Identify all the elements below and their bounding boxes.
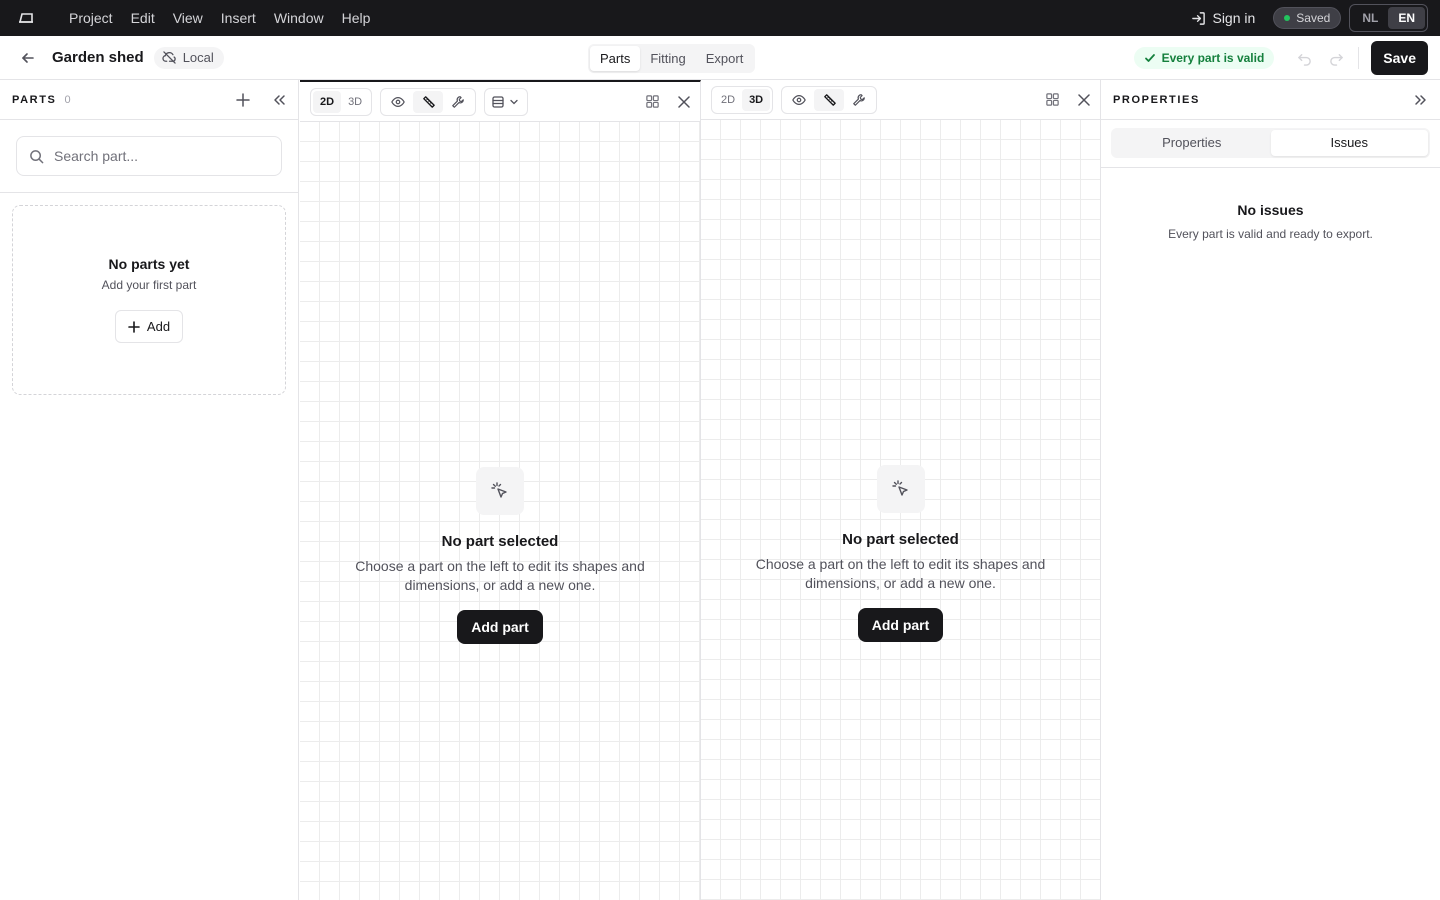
toolbar-actions: Every part is valid Save (1133, 41, 1428, 75)
wrench-icon[interactable] (844, 89, 874, 111)
language-en-button[interactable]: EN (1388, 7, 1425, 29)
viewport-empty-state: No part selected Choose a part on the le… (300, 467, 700, 644)
parts-search (0, 120, 298, 193)
cloud-off-icon (162, 51, 177, 64)
sign-in-button[interactable]: Sign in (1191, 10, 1255, 26)
no-part-description: Choose a part on the left to edit its sh… (355, 558, 645, 593)
view-2d-button[interactable]: 2D (714, 89, 742, 111)
no-issues-title: No issues (1237, 202, 1304, 218)
project-toolbar: Garden shed Local Parts Fitting Export E… (0, 36, 1440, 80)
close-icon[interactable] (1078, 93, 1090, 106)
language-nl-button[interactable]: NL (1352, 7, 1388, 29)
menu-bar: Project Edit View Insert Window Help Sig… (0, 0, 1440, 36)
local-label: Local (182, 50, 214, 65)
shed-logo-icon[interactable] (18, 12, 48, 24)
mode-tabs: Parts Fitting Export (588, 44, 756, 73)
add-part-button[interactable]: Add (114, 310, 184, 343)
eye-icon[interactable] (784, 89, 814, 111)
add-part-plus-icon[interactable] (236, 92, 250, 107)
drawing-canvas[interactable]: No part selected Choose a part on the le… (701, 120, 1100, 900)
search-box[interactable] (16, 136, 282, 176)
menu-edit[interactable]: Edit (122, 0, 164, 36)
menu-insert[interactable]: Insert (212, 0, 265, 36)
parts-count: 0 (64, 93, 71, 106)
viewport-toolbar: 2D 3D (300, 82, 700, 122)
undo-icon[interactable] (1288, 51, 1320, 66)
cursor-click-icon (476, 467, 524, 515)
project-title[interactable]: Garden shed (52, 49, 144, 66)
parts-empty-state: No parts yet Add your first part Add (12, 205, 286, 395)
properties-panel: PROPERTIES Properties Issues No issues E… (1101, 80, 1440, 900)
drawing-canvas[interactable]: No part selected Choose a part on the le… (300, 122, 700, 900)
collapse-left-icon[interactable] (272, 93, 286, 107)
language-switch: NL EN (1349, 4, 1428, 32)
grid-layout-icon[interactable] (645, 94, 660, 109)
saved-status-badge: Saved (1273, 7, 1342, 29)
layer-dropdown[interactable] (484, 87, 529, 116)
menu-help[interactable]: Help (333, 0, 380, 36)
menubar-right: Sign in Saved NL EN (1191, 0, 1440, 36)
menu-view[interactable]: View (164, 0, 212, 36)
view-3d-button[interactable]: 3D (742, 88, 771, 111)
add-label: Add (146, 319, 171, 334)
no-part-title: No part selected (441, 533, 559, 550)
back-arrow-icon[interactable] (20, 50, 40, 66)
properties-tabs: Properties Issues (1111, 128, 1430, 158)
menu-project[interactable]: Project (60, 0, 122, 36)
view-tools (781, 85, 878, 114)
view-3d-button[interactable]: 3D (341, 91, 369, 113)
cursor-click-icon (876, 465, 925, 513)
save-button[interactable]: Save (1371, 41, 1428, 75)
tab-fitting[interactable]: Fitting (640, 46, 695, 71)
viewport-right: 2D 3D No part selected Choose a part on … (701, 80, 1101, 900)
toolbar-divider (1358, 47, 1360, 69)
close-icon[interactable] (678, 95, 690, 108)
viewport-empty-state: No part selected Choose a part on the le… (701, 465, 1100, 642)
no-part-description: Choose a part on the left to edit its sh… (755, 556, 1046, 591)
check-icon (1144, 52, 1156, 64)
view-mode-toggle: 2D 3D (310, 87, 373, 116)
local-storage-badge: Local (153, 46, 224, 69)
menu-window[interactable]: Window (265, 0, 333, 36)
plus-icon (128, 320, 140, 333)
tab-export[interactable]: Export (696, 46, 754, 71)
validation-label: Every part is valid (1161, 51, 1265, 65)
wrench-icon[interactable] (443, 91, 473, 113)
saved-label: Saved (1296, 11, 1331, 25)
tab-issues[interactable]: Issues (1270, 130, 1428, 156)
eye-icon[interactable] (383, 91, 413, 113)
parts-panel-header: PARTS 0 (0, 80, 298, 120)
add-part-button-primary[interactable]: Add part (457, 610, 543, 644)
viewport-left: 2D 3D No part selected Choose a part on … (300, 80, 701, 900)
tab-parts[interactable]: Parts (590, 46, 641, 71)
parts-panel-title: PARTS (12, 93, 57, 106)
view-tools (380, 87, 477, 116)
no-issues-description: Every part is valid and ready to export. (1168, 227, 1373, 241)
parts-empty-title: No parts yet (108, 256, 190, 272)
parts-empty-subtitle: Add your first part (101, 278, 197, 292)
properties-divider (1101, 167, 1440, 168)
parts-panel: PARTS 0 No parts yet Add your first part… (0, 80, 299, 900)
sign-in-icon (1191, 11, 1206, 26)
sign-in-label: Sign in (1212, 10, 1256, 26)
layers-chevron-icon (487, 91, 525, 113)
validation-status-badge[interactable]: Every part is valid (1133, 47, 1275, 69)
search-input[interactable] (54, 148, 274, 164)
issues-empty-state: No issues Every part is valid and ready … (1101, 202, 1440, 241)
collapse-right-icon[interactable] (1414, 93, 1428, 107)
redo-icon[interactable] (1320, 51, 1352, 66)
properties-panel-header: PROPERTIES (1101, 80, 1440, 120)
properties-panel-title: PROPERTIES (1113, 93, 1200, 106)
grid-layout-icon[interactable] (1045, 92, 1060, 107)
saved-dot-icon (1284, 15, 1291, 21)
search-icon (29, 149, 44, 164)
view-mode-toggle: 2D 3D (711, 85, 774, 114)
tab-properties[interactable]: Properties (1113, 130, 1271, 156)
ruler-icon[interactable] (413, 90, 444, 113)
no-part-title: No part selected (842, 531, 959, 548)
viewport-toolbar: 2D 3D (701, 80, 1100, 120)
ruler-icon[interactable] (814, 88, 845, 111)
view-2d-button[interactable]: 2D (313, 90, 342, 113)
add-part-button-primary[interactable]: Add part (857, 608, 944, 642)
